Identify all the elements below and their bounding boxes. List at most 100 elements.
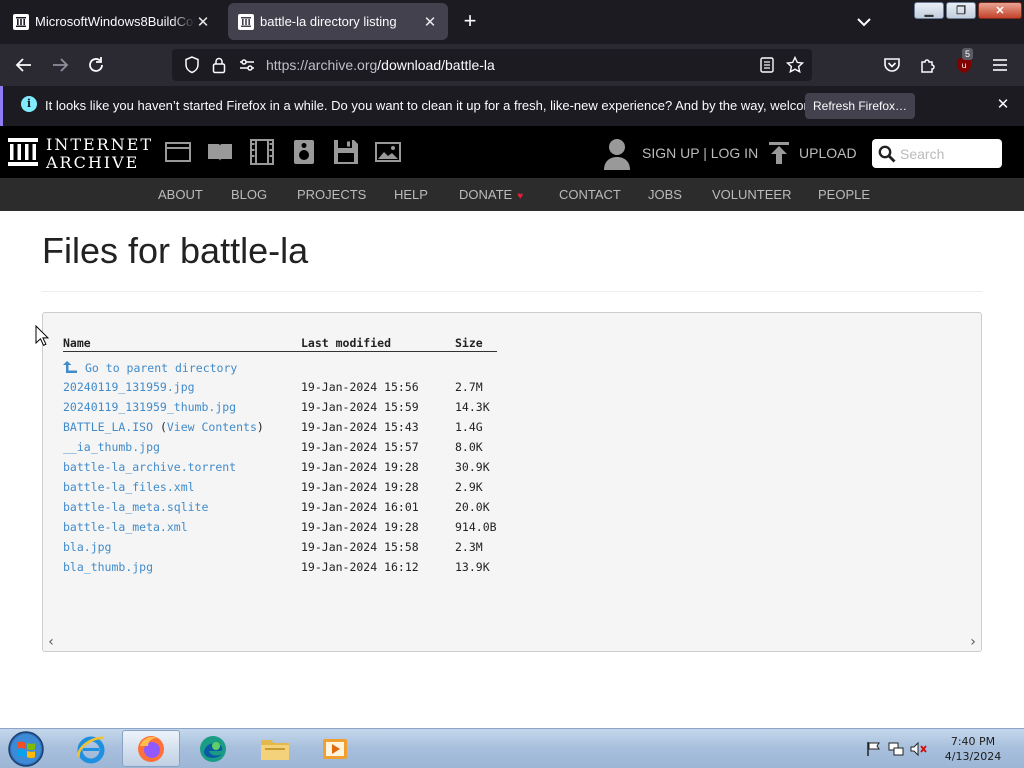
tab-microsoft-windows8[interactable]: MicrosoftWindows8BuildCollec ✕ [3,3,221,40]
signup-login-link[interactable]: SIGN UP | LOG IN [642,145,758,161]
page-title: Files for battle-la [42,230,309,271]
directory-listing: Name Last modified Size Go to parent dir… [42,312,982,652]
ublock-origin-button[interactable]: u 5 [951,48,977,78]
column-header-name[interactable]: Name [63,336,91,350]
title-divider [42,291,982,292]
file-row: bla.jpg 19-Jan-2024 15:58 2.3M [63,540,523,556]
scroll-right-arrow-icon[interactable]: › [967,635,979,649]
close-icon: ✕ [995,5,1005,17]
reader-view-icon[interactable] [758,56,776,74]
up-arrow-icon [63,361,77,373]
pocket-button[interactable] [879,52,905,78]
taskbar-edge[interactable] [184,730,242,767]
file-link[interactable]: __ia_thumb.jpg [63,440,160,454]
scroll-left-arrow-icon[interactable]: ‹ [45,635,57,649]
system-tray [866,741,928,757]
close-window-button[interactable]: ✕ [978,2,1022,19]
file-size: 14.3K [455,400,490,414]
restore-icon: ❐ [956,5,966,17]
windows-taskbar: 7:40 PM 4/13/2024 [0,728,1024,768]
new-tab-button[interactable]: + [458,10,482,34]
software-floppy-icon[interactable] [333,139,359,165]
taskbar-file-explorer[interactable] [246,730,304,767]
permissions-icon[interactable] [238,56,256,74]
list-all-tabs-icon[interactable] [852,12,876,32]
file-link[interactable]: BATTLE_LA.ISO [63,420,153,434]
tracking-protection-shield-icon[interactable] [183,56,201,74]
texts-book-icon[interactable] [207,139,233,165]
parent-directory-link[interactable]: Go to parent directory [63,360,237,375]
file-size: 30.9K [455,460,490,474]
url-text[interactable]: https://archive.org/download/battle-la [266,57,495,73]
column-header-modified[interactable]: Last modified [301,336,391,350]
column-header-size[interactable]: Size [455,336,483,350]
action-center-flag-icon[interactable] [866,741,882,757]
nav-blog[interactable]: BLOG [231,187,267,202]
search-input[interactable] [900,143,996,164]
file-link[interactable]: battle-la_meta.sqlite [63,500,208,514]
lock-icon[interactable] [210,56,228,74]
audio-speaker-icon[interactable] [291,139,317,165]
clock-time: 7:40 PM [950,735,996,748]
nav-people[interactable]: PEOPLE [818,187,870,202]
address-bar[interactable]: https://archive.org/download/battle-la [172,49,812,81]
minimize-button[interactable]: ▁ [914,2,944,19]
nav-contact[interactable]: CONTACT [559,187,621,202]
refresh-firefox-notification: i It looks like you haven’t started Fire… [0,86,1024,126]
taskbar-internet-explorer[interactable] [62,730,120,767]
file-link[interactable]: bla.jpg [63,540,111,554]
nav-projects[interactable]: PROJECTS [297,187,366,202]
reload-button[interactable] [83,52,109,78]
search-icon [878,145,896,163]
refresh-firefox-button[interactable]: Refresh Firefox… [805,93,915,119]
maximize-button[interactable]: ❐ [946,2,976,19]
edge-browser-icon [200,735,226,762]
extensions-button[interactable] [915,52,941,78]
close-notification-icon[interactable]: ✕ [993,95,1013,115]
file-link[interactable]: battle-la_files.xml [63,480,195,494]
app-menu-button[interactable] [987,52,1013,78]
view-contents-link[interactable]: View Contents [167,420,257,434]
taskbar-clock[interactable]: 7:40 PM 4/13/2024 [940,734,1006,764]
forward-button[interactable] [47,52,73,78]
browser-tab-strip: MicrosoftWindows8BuildCollec ✕ battle-la… [0,0,1024,44]
file-row: battle-la_meta.sqlite 19-Jan-2024 16:01 … [63,500,523,516]
ia-logo[interactable]: INTERNET ARCHIVE [8,134,151,172]
upload-link[interactable]: UPLOAD [799,145,857,161]
file-row: bla_thumb.jpg 19-Jan-2024 16:12 13.9K [63,560,523,576]
close-tab-icon[interactable]: ✕ [195,13,211,31]
svg-text:u: u [961,61,966,70]
file-link[interactable]: 20240119_131959_thumb.jpg [63,400,236,414]
info-icon: i [21,96,37,112]
file-link[interactable]: 20240119_131959.jpg [63,380,195,394]
file-link[interactable]: battle-la_meta.xml [63,520,188,534]
web-icon[interactable] [165,139,191,165]
file-link[interactable]: battle-la_archive.torrent [63,460,236,474]
taskbar-firefox[interactable] [122,730,180,767]
back-arrow-icon [15,58,31,72]
nav-help[interactable]: HELP [394,187,428,202]
nav-jobs[interactable]: JOBS [648,187,682,202]
close-tab-icon[interactable]: ✕ [422,13,438,31]
nav-donate[interactable]: DONATE ♥ [459,187,523,202]
tab-title: MicrosoftWindows8BuildCollec [35,14,195,29]
internet-explorer-icon [77,736,105,763]
extension-badge-count: 5 [962,48,974,60]
back-button[interactable] [11,52,37,78]
taskbar-media-player[interactable] [306,730,364,767]
video-film-icon[interactable] [249,139,275,165]
nav-about[interactable]: ABOUT [158,187,203,202]
upload-icon[interactable] [769,142,789,164]
nav-volunteer[interactable]: VOLUNTEER [712,187,791,202]
tab-battle-la[interactable]: battle-la directory listing ✕ [228,3,448,40]
file-modified: 19-Jan-2024 16:12 [301,560,419,574]
bookmark-star-icon[interactable] [786,56,804,74]
file-link[interactable]: bla_thumb.jpg [63,560,153,574]
volume-muted-icon[interactable] [910,741,928,757]
ia-search-box[interactable] [872,139,1002,168]
windows-start-button[interactable] [6,730,46,768]
images-picture-icon[interactable] [375,139,401,165]
pocket-icon [884,58,900,72]
user-avatar-icon[interactable] [604,138,630,170]
network-icon[interactable] [888,741,904,757]
